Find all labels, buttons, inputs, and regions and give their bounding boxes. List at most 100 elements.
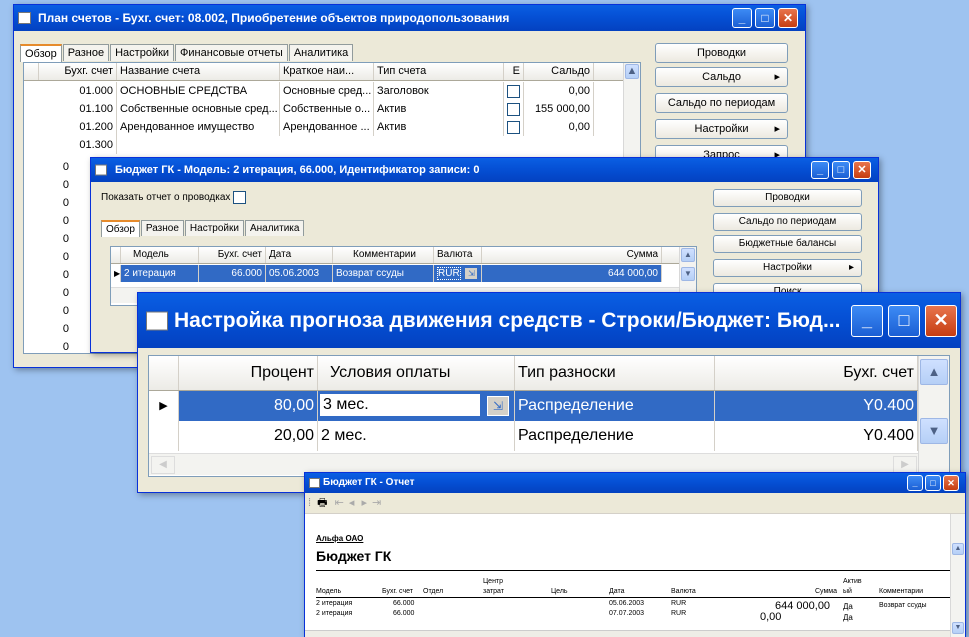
- balance-cell[interactable]: 155 000,00: [524, 100, 594, 118]
- gl-budget-report-titlebar[interactable]: Бюджет ГК - Отчет _ □ ✕: [305, 473, 965, 493]
- tab-financial-reports[interactable]: Финансовые отчеты: [175, 44, 288, 61]
- account-cell[interactable]: 01.300: [39, 136, 117, 154]
- balance-button[interactable]: Сальдо ▸: [655, 67, 788, 87]
- tab-settings[interactable]: Настройки: [184, 220, 244, 236]
- cash-flow-forecast-titlebar[interactable]: Настройка прогноза движения средств - Ст…: [138, 293, 960, 348]
- minimize-button[interactable]: _: [732, 8, 752, 28]
- name-cell[interactable]: ОСНОВНЫЕ СРЕДСТВА: [117, 82, 280, 100]
- print-icon[interactable]: 🖶: [317, 497, 327, 509]
- table-row[interactable]: 01.200 Арендованное имущество Арендованн…: [24, 118, 640, 136]
- col-percent[interactable]: Процент: [179, 356, 318, 390]
- short-name-cell[interactable]: Собственные о...: [280, 100, 374, 118]
- balance-cell[interactable]: 0,00: [524, 118, 594, 136]
- minimize-button[interactable]: _: [907, 475, 923, 491]
- short-name-cell[interactable]: Основные сред...: [280, 82, 374, 100]
- account-cell[interactable]: 01.000: [39, 82, 117, 100]
- scroll-up-button[interactable]: ▲: [952, 543, 964, 555]
- e-checkbox[interactable]: [507, 120, 520, 134]
- model-cell[interactable]: 2 итерация: [121, 265, 199, 282]
- account-cell[interactable]: 01.100: [39, 100, 117, 118]
- tab-overview[interactable]: Обзор: [20, 44, 62, 62]
- e-checkbox[interactable]: [507, 84, 520, 98]
- col-date[interactable]: Дата: [266, 247, 333, 263]
- e-checkbox[interactable]: [507, 102, 520, 116]
- postings-button[interactable]: Проводки: [655, 43, 788, 63]
- scroll-left-button[interactable]: ◀: [151, 456, 175, 474]
- vertical-scrollbar[interactable]: ▲ ▼: [918, 356, 949, 476]
- account-cell[interactable]: Y0.400: [715, 391, 918, 421]
- amount-cell[interactable]: 644 000,00: [482, 265, 662, 282]
- col-account[interactable]: Бухг. счет: [39, 63, 117, 80]
- name-cell[interactable]: Арендованное имущество: [117, 118, 280, 136]
- scroll-down-button[interactable]: ▼: [681, 267, 695, 281]
- col-name[interactable]: Название счета: [117, 63, 280, 80]
- table-row[interactable]: 20,00 2 мес. Распределение Y0.400: [149, 421, 949, 451]
- posting-type-cell[interactable]: Распределение: [515, 391, 715, 421]
- payment-terms-editor[interactable]: 3 мес.: [320, 394, 480, 416]
- lookup-icon[interactable]: ⇲: [465, 268, 478, 279]
- col-type[interactable]: Тип счета: [374, 63, 504, 80]
- col-balance[interactable]: Сальдо: [524, 63, 594, 80]
- account-cell[interactable]: 66.000: [199, 265, 266, 282]
- col-payment-terms[interactable]: Условия оплаты: [318, 356, 515, 390]
- last-page-icon[interactable]: ⇥: [372, 497, 381, 509]
- scroll-down-button[interactable]: ▼: [952, 622, 964, 634]
- tab-overview[interactable]: Обзор: [101, 220, 140, 237]
- settings-button[interactable]: Настройки ▸: [655, 119, 788, 139]
- table-row[interactable]: ▶ 80,00 3 мес. ⇲ Распределение Y0.400: [149, 391, 949, 421]
- lookup-icon[interactable]: ⇲: [487, 396, 509, 416]
- e-checkbox-cell[interactable]: [504, 82, 524, 100]
- chart-of-accounts-titlebar[interactable]: План счетов - Бухг. счет: 08.002, Приобр…: [14, 5, 805, 31]
- balance-by-periods-button[interactable]: Сальдо по периодам: [655, 93, 788, 113]
- account-cell[interactable]: 01.200: [39, 118, 117, 136]
- tab-misc[interactable]: Разное: [140, 220, 184, 236]
- tab-settings[interactable]: Настройки: [110, 44, 175, 61]
- close-button[interactable]: ✕: [943, 475, 959, 491]
- gl-budget-titlebar[interactable]: Бюджет ГК - Модель: 2 итерация, 66.000, …: [91, 158, 878, 182]
- scroll-up-button[interactable]: ▲: [625, 64, 639, 79]
- col-posting-type[interactable]: Тип разноски: [515, 356, 715, 390]
- table-row[interactable]: 01.000 ОСНОВНЫЕ СРЕДСТВА Основные сред..…: [24, 82, 640, 100]
- close-button[interactable]: ✕: [853, 161, 871, 179]
- type-cell[interactable]: Актив: [374, 118, 504, 136]
- col-account[interactable]: Бухг. счет: [715, 356, 918, 390]
- table-row[interactable]: 01.100 Собственные основные сред... Собс…: [24, 100, 640, 118]
- prev-page-icon[interactable]: ◂: [349, 497, 355, 509]
- close-button[interactable]: ✕: [778, 8, 798, 28]
- payment-terms-cell[interactable]: 2 мес.: [318, 421, 515, 451]
- first-page-icon[interactable]: ⇤: [335, 497, 344, 509]
- col-currency[interactable]: Валюта: [434, 247, 482, 263]
- scroll-down-button[interactable]: ▼: [920, 418, 948, 444]
- postings-button[interactable]: Проводки: [713, 189, 862, 207]
- currency-cell[interactable]: RUR ⇲: [434, 265, 482, 282]
- short-name-cell[interactable]: Арендованное ...: [280, 118, 374, 136]
- minimize-button[interactable]: _: [851, 304, 883, 337]
- payment-terms-cell[interactable]: 3 мес. ⇲: [318, 391, 515, 421]
- posting-type-cell[interactable]: Распределение: [515, 421, 715, 451]
- col-model[interactable]: Модель: [121, 247, 199, 263]
- maximize-button[interactable]: □: [755, 8, 775, 28]
- maximize-button[interactable]: □: [888, 304, 920, 337]
- col-comments[interactable]: Комментарии: [333, 247, 434, 263]
- table-row[interactable]: ▶ 2 итерация 66.000 05.06.2003 Возврат с…: [111, 265, 696, 282]
- maximize-button[interactable]: □: [832, 161, 850, 179]
- tab-analytics[interactable]: Аналитика: [244, 220, 305, 236]
- scroll-up-button[interactable]: ▲: [920, 359, 948, 385]
- type-cell[interactable]: Актив: [374, 100, 504, 118]
- account-cell[interactable]: Y0.400: [715, 421, 918, 451]
- col-amount[interactable]: Сумма: [482, 247, 662, 263]
- tab-misc[interactable]: Разное: [62, 44, 110, 61]
- table-row[interactable]: 01.300: [24, 136, 640, 154]
- col-short-name[interactable]: Краткое наи...: [280, 63, 374, 80]
- e-checkbox-cell[interactable]: [504, 100, 524, 118]
- percent-cell[interactable]: 20,00: [179, 421, 318, 451]
- balance-by-periods-button[interactable]: Сальдо по периодам: [713, 213, 862, 231]
- col-e[interactable]: Е: [504, 63, 524, 80]
- vertical-scrollbar[interactable]: ▲ ▼: [950, 514, 965, 637]
- comments-cell[interactable]: Возврат ссуды: [333, 265, 434, 282]
- minimize-button[interactable]: _: [811, 161, 829, 179]
- tab-analytics[interactable]: Аналитика: [288, 44, 354, 61]
- maximize-button[interactable]: □: [925, 475, 941, 491]
- settings-button[interactable]: Настройки ▸: [713, 259, 862, 277]
- col-account[interactable]: Бухг. счет: [199, 247, 266, 263]
